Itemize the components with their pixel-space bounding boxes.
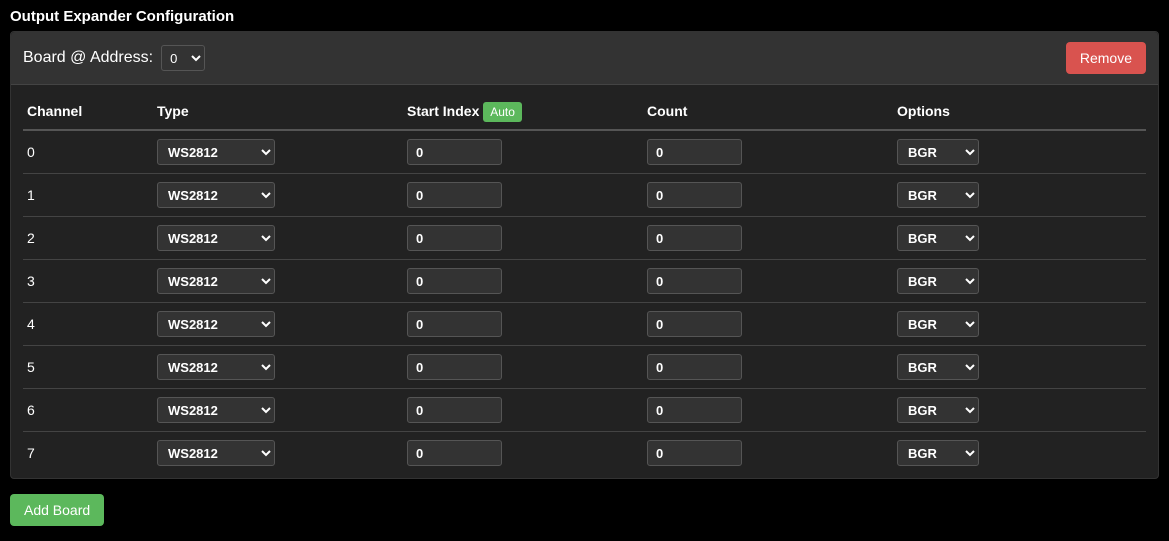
board-address-label: Board @ Address:: [23, 49, 153, 67]
channel-cell: 4: [23, 303, 153, 346]
options-select[interactable]: BGR: [897, 440, 979, 466]
board-panel-body: Channel Type Start Index Auto Count Opti…: [11, 85, 1158, 478]
table-row: 1WS2812 BGR: [23, 174, 1146, 217]
options-select[interactable]: BGR: [897, 225, 979, 251]
header-start-index-label: Start Index: [407, 103, 479, 119]
options-select[interactable]: BGR: [897, 397, 979, 423]
options-select[interactable]: BGR: [897, 182, 979, 208]
start-index-input[interactable]: [407, 268, 502, 294]
table-row: 7WS2812 BGR: [23, 432, 1146, 475]
channel-cell: 0: [23, 130, 153, 174]
type-select[interactable]: WS2812: [157, 268, 275, 294]
header-start-index: Start Index Auto: [403, 95, 643, 130]
header-options: Options: [893, 95, 1146, 130]
start-index-input[interactable]: [407, 311, 502, 337]
type-select[interactable]: WS2812: [157, 225, 275, 251]
options-select[interactable]: BGR: [897, 139, 979, 165]
count-input[interactable]: [647, 268, 742, 294]
table-row: 5WS2812 BGR: [23, 346, 1146, 389]
start-index-input[interactable]: [407, 182, 502, 208]
header-channel: Channel: [23, 95, 153, 130]
start-index-input[interactable]: [407, 397, 502, 423]
count-input[interactable]: [647, 354, 742, 380]
page-title: Output Expander Configuration: [0, 0, 1169, 31]
table-row: 2WS2812 BGR: [23, 217, 1146, 260]
header-type: Type: [153, 95, 403, 130]
start-index-input[interactable]: [407, 440, 502, 466]
options-select[interactable]: BGR: [897, 311, 979, 337]
count-input[interactable]: [647, 182, 742, 208]
board-panel: Board @ Address: 0 Remove Channel Type S…: [10, 31, 1159, 479]
channel-cell: 2: [23, 217, 153, 260]
remove-button[interactable]: Remove: [1066, 42, 1146, 74]
start-index-input[interactable]: [407, 225, 502, 251]
channel-cell: 3: [23, 260, 153, 303]
header-count: Count: [643, 95, 893, 130]
count-input[interactable]: [647, 139, 742, 165]
channels-table: Channel Type Start Index Auto Count Opti…: [23, 95, 1146, 474]
channel-cell: 6: [23, 389, 153, 432]
type-select[interactable]: WS2812: [157, 354, 275, 380]
table-row: 4WS2812 BGR: [23, 303, 1146, 346]
type-select[interactable]: WS2812: [157, 440, 275, 466]
count-input[interactable]: [647, 311, 742, 337]
count-input[interactable]: [647, 440, 742, 466]
type-select[interactable]: WS2812: [157, 182, 275, 208]
start-index-input[interactable]: [407, 139, 502, 165]
options-select[interactable]: BGR: [897, 354, 979, 380]
channel-cell: 5: [23, 346, 153, 389]
add-board-button[interactable]: Add Board: [10, 494, 104, 526]
count-input[interactable]: [647, 397, 742, 423]
options-select[interactable]: BGR: [897, 268, 979, 294]
type-select[interactable]: WS2812: [157, 311, 275, 337]
table-row: 3WS2812 BGR: [23, 260, 1146, 303]
type-select[interactable]: WS2812: [157, 397, 275, 423]
auto-badge[interactable]: Auto: [483, 102, 522, 122]
table-row: 0WS2812 BGR: [23, 130, 1146, 174]
count-input[interactable]: [647, 225, 742, 251]
type-select[interactable]: WS2812: [157, 139, 275, 165]
table-row: 6WS2812 BGR: [23, 389, 1146, 432]
board-address-select[interactable]: 0: [161, 45, 205, 71]
channel-cell: 7: [23, 432, 153, 475]
channel-cell: 1: [23, 174, 153, 217]
start-index-input[interactable]: [407, 354, 502, 380]
board-panel-heading: Board @ Address: 0 Remove: [11, 32, 1158, 85]
